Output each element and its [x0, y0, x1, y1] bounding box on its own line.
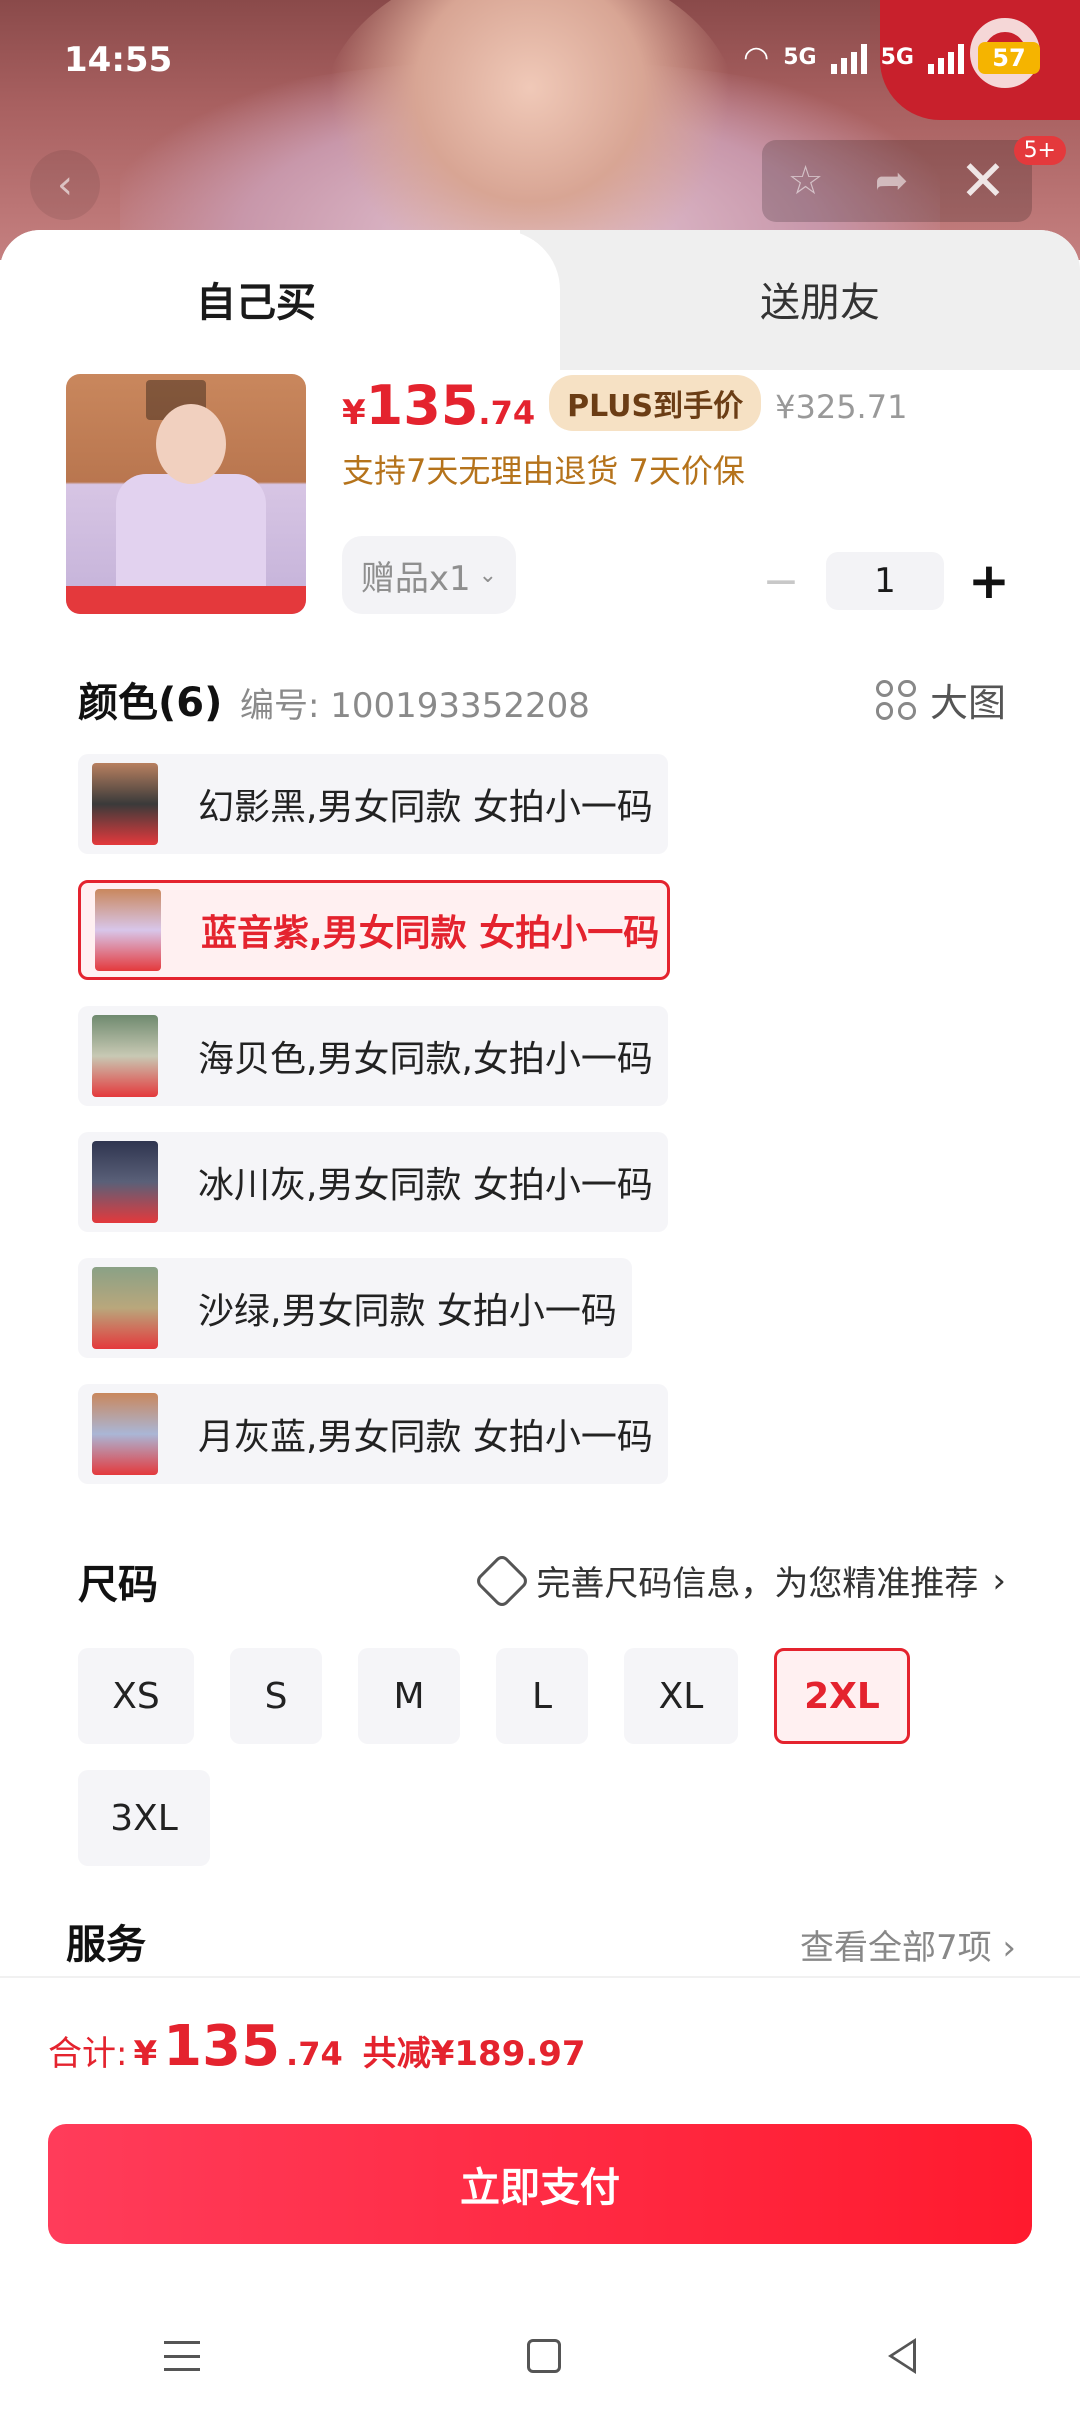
size-option-s[interactable]: S — [230, 1648, 322, 1744]
size-option-3xl[interactable]: 3XL — [78, 1770, 210, 1866]
color-option-label: 月灰蓝,男女同款 女拍小一码 — [198, 1417, 653, 1458]
color-thumbnail — [92, 763, 158, 845]
wifi-icon: ◠ — [743, 40, 770, 75]
status-bar: 14:55 ◠ 5G 5G 57 — [0, 0, 1080, 120]
sku-number: 编号: 100193352208 — [240, 686, 590, 726]
size-info-link[interactable]: 完善尺码信息，为您精准推荐 › — [474, 1552, 1006, 1609]
battery-icon: 57 — [978, 41, 1040, 74]
color-option-label: 沙绿,男女同款 女拍小一码 — [198, 1291, 617, 1332]
price-row: ¥135.74 PLUS到手价 ¥325.71 — [342, 374, 907, 439]
decrement-button[interactable]: − — [756, 556, 806, 607]
color-option-label: 海贝色,男女同款,女拍小一码 — [198, 1039, 653, 1080]
signal-icon-2 — [928, 42, 964, 74]
grid-icon — [875, 679, 916, 720]
total-label: 合计: — [48, 2034, 128, 2074]
service-title: 服务 — [66, 1922, 146, 1968]
gift-dropdown[interactable]: 赠品x1 ⌄ — [342, 536, 516, 614]
size-section-title: 尺码 — [78, 1562, 158, 1608]
current-price: ¥135.74 — [342, 374, 536, 437]
share-icon[interactable]: ➦ — [875, 158, 909, 204]
color-section-title: 颜色(6) — [78, 680, 223, 726]
message-badge: 5+ — [1013, 136, 1066, 165]
size-option-l[interactable]: L — [496, 1648, 588, 1744]
purchase-tabs: 自己买 送朋友 — [0, 230, 1080, 370]
menu-icon[interactable] — [163, 2341, 200, 2371]
color-option-label: 蓝音紫,男女同款 女拍小一码 — [201, 913, 660, 954]
size-option-xl[interactable]: XL — [624, 1648, 738, 1744]
system-nav-bar — [0, 2300, 1080, 2412]
total-bar: 合计: ¥135.74 共减¥189.97 — [0, 1976, 1080, 2108]
plus-price-tag: PLUS到手价 — [549, 375, 762, 431]
color-thumbnail — [95, 889, 161, 971]
color-thumbnail — [92, 1015, 158, 1097]
color-thumbnail — [92, 1141, 158, 1223]
color-option[interactable]: 月灰蓝,男女同款 女拍小一码 — [78, 1384, 668, 1484]
original-price: ¥325.71 — [775, 388, 908, 426]
color-thumbnail — [92, 1393, 158, 1475]
color-option[interactable]: 幻影黑,男女同款 女拍小一码 — [78, 754, 668, 854]
signal-icon — [830, 42, 867, 74]
size-info-text: 完善尺码信息，为您精准推荐 — [536, 1564, 979, 1604]
chevron-down-icon: ⌄ — [478, 562, 498, 588]
top-action-group: ☆ ➦ ✕ — [762, 140, 1032, 222]
color-option[interactable]: 沙绿,男女同款 女拍小一码 — [78, 1258, 632, 1358]
color-thumbnail — [92, 1267, 158, 1349]
pay-now-button[interactable]: 立即支付 — [48, 2124, 1032, 2244]
size-option-m[interactable]: M — [358, 1648, 460, 1744]
service-more-link[interactable]: 查看全部7项 › — [800, 1920, 1016, 1969]
increment-button[interactable]: + — [964, 552, 1014, 610]
tab-self-label: 自己买 — [196, 280, 316, 326]
star-icon[interactable]: ☆ — [788, 158, 824, 204]
back-icon[interactable]: ‹ — [30, 150, 100, 220]
total-savings: 共减¥189.97 — [362, 2034, 586, 2074]
close-icon[interactable]: ✕ — [959, 149, 1006, 214]
back-triangle-icon[interactable] — [888, 2338, 917, 2374]
ruler-icon — [474, 1552, 531, 1609]
total-price: 合计: ¥135.74 共减¥189.97 — [48, 2014, 586, 2079]
home-icon[interactable] — [526, 2339, 561, 2373]
chevron-right-icon: › — [992, 1560, 1006, 1601]
quantity-stepper: − 1 + — [756, 552, 1014, 610]
color-option[interactable]: 海贝色,男女同款,女拍小一码 — [78, 1006, 668, 1106]
tab-gift-label: 送朋友 — [760, 280, 880, 326]
size-option-2xl[interactable]: 2XL — [774, 1648, 910, 1744]
status-time: 14:55 — [64, 40, 173, 80]
guarantee-text: 支持7天无理由退货 7天价保 — [342, 452, 745, 490]
gift-label: 赠品x1 — [360, 558, 471, 599]
big-picture-label: 大图 — [929, 681, 1006, 725]
big-picture-button[interactable]: 大图 — [875, 672, 1006, 727]
color-option-label: 幻影黑,男女同款 女拍小一码 — [198, 787, 653, 828]
color-option[interactable]: 冰川灰,男女同款 女拍小一码 — [78, 1132, 668, 1232]
product-thumbnail[interactable] — [66, 374, 306, 614]
color-option-selected[interactable]: 蓝音紫,男女同款 女拍小一码 — [78, 880, 670, 980]
quantity-value[interactable]: 1 — [826, 552, 944, 610]
size-option-xs[interactable]: XS — [78, 1648, 194, 1744]
network-label-2: 5G — [880, 45, 914, 70]
network-label: 5G — [783, 45, 817, 70]
color-option-label: 冰川灰,男女同款 女拍小一码 — [198, 1165, 653, 1206]
